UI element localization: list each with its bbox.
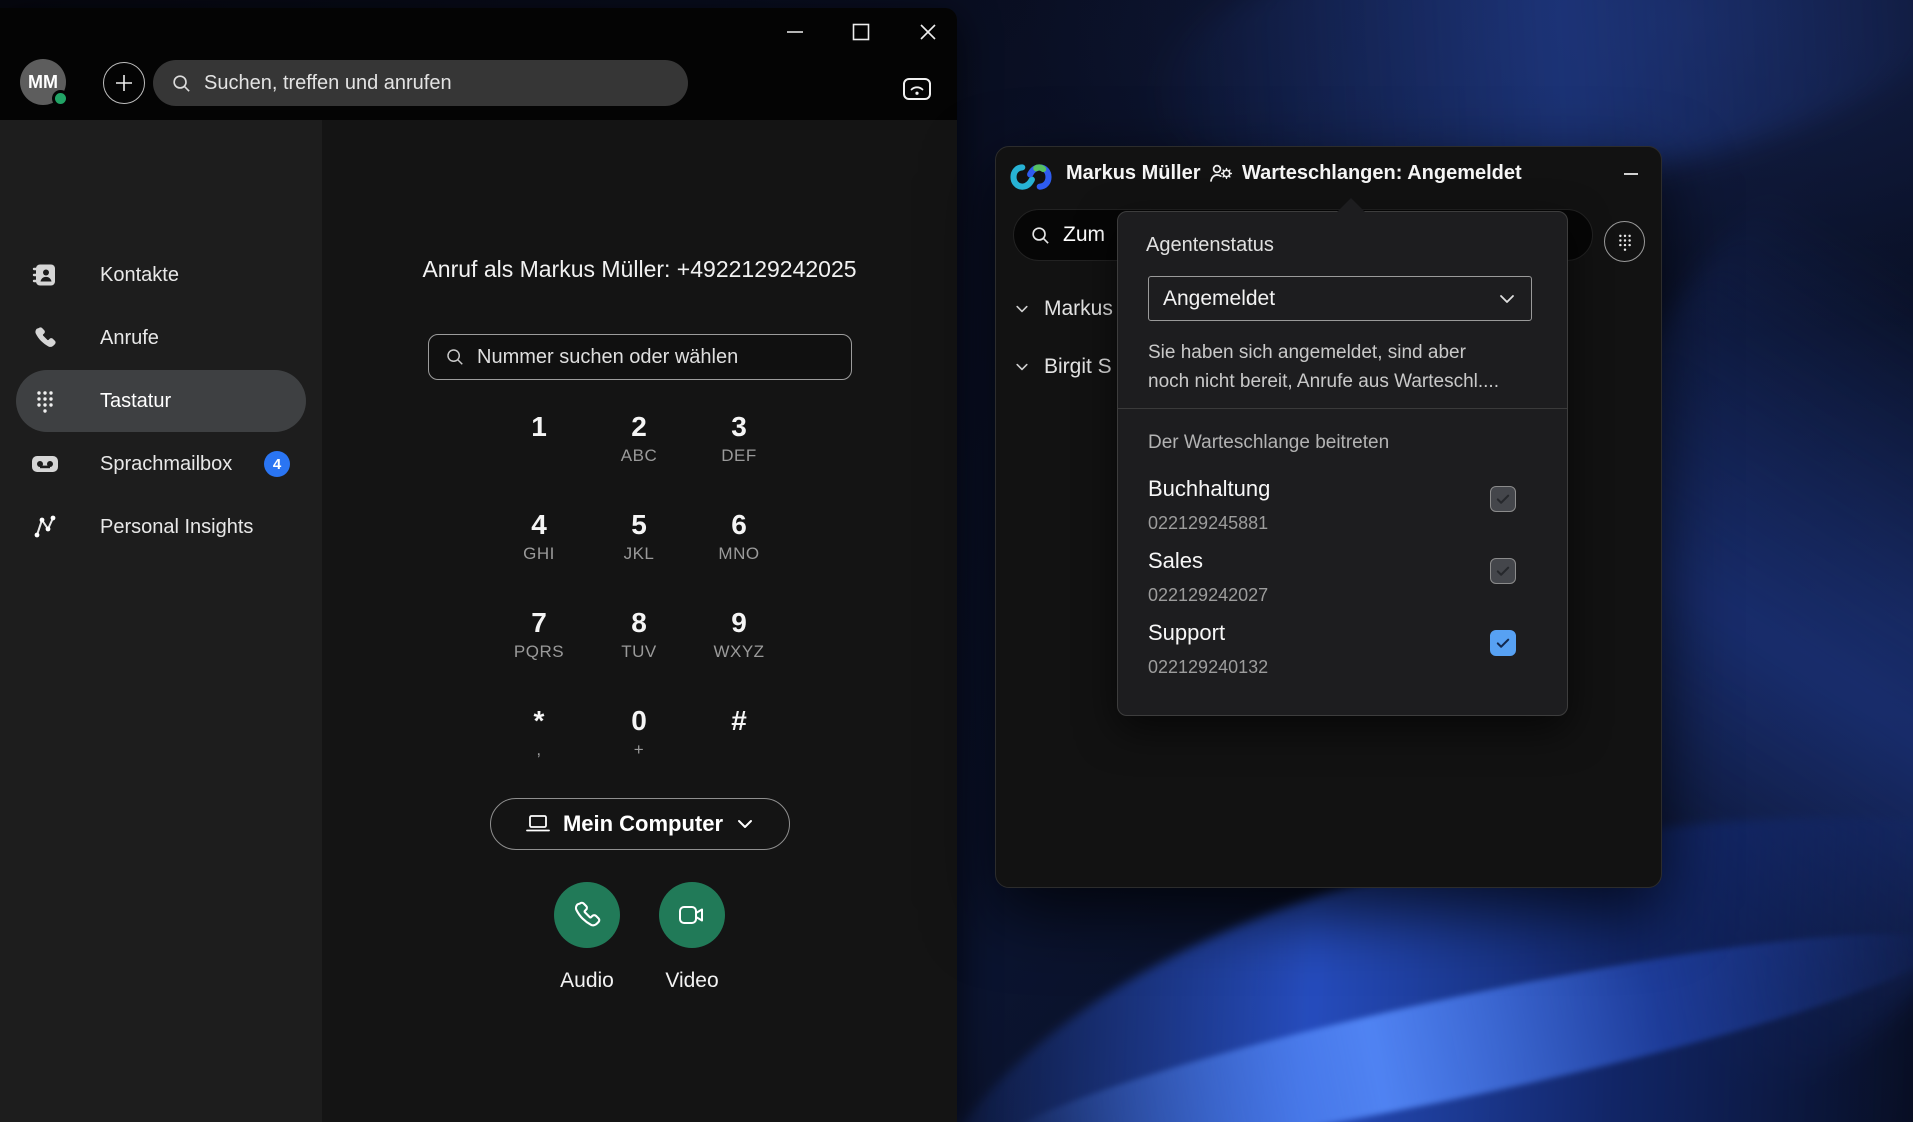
- dialpad-key-hash[interactable]: #: [689, 700, 789, 798]
- contact-group-birgit[interactable]: Birgit S: [1014, 349, 1114, 385]
- avatar-initials: MM: [28, 72, 58, 93]
- sidebar-item-anrufe[interactable]: Anrufe: [0, 309, 322, 367]
- check-icon: [1494, 490, 1512, 508]
- queue-number: 022129242027: [1148, 582, 1538, 608]
- contact-group-label: Birgit S: [1044, 355, 1112, 379]
- agent-status-value: Angemeldet: [1163, 287, 1497, 311]
- audio-call-button[interactable]: [554, 882, 620, 948]
- laptop-icon: [525, 813, 551, 835]
- video-camera-icon: [676, 902, 708, 928]
- panel-caret: [1337, 198, 1365, 212]
- video-call-button[interactable]: [659, 882, 725, 948]
- sidebar-item-sprachmailbox[interactable]: Sprachmailbox 4: [0, 435, 322, 493]
- queue-name: Sales: [1148, 546, 1538, 576]
- sidebar-item-tastatur[interactable]: Tastatur: [0, 372, 322, 430]
- sidebar-item-label: Sprachmailbox: [100, 453, 232, 476]
- voicemail-icon: [30, 449, 60, 479]
- add-button[interactable]: [103, 62, 145, 104]
- sidebar-item-label: Tastatur: [100, 390, 171, 413]
- number-search-field[interactable]: [428, 334, 852, 380]
- agent-status-select[interactable]: Angemeldet: [1148, 276, 1532, 321]
- queue-checkbox-sales[interactable]: [1490, 558, 1516, 584]
- dialpad-key-star[interactable]: *,: [489, 700, 589, 798]
- dialpad-key-1[interactable]: 1: [489, 406, 589, 504]
- chevron-down-icon: [735, 814, 755, 834]
- queue-name: Support: [1148, 618, 1538, 648]
- audio-device-selector[interactable]: Mein Computer: [490, 798, 790, 850]
- presence-dot: [52, 90, 69, 107]
- contact-group-label: Markus: [1044, 297, 1113, 321]
- dialpad-key-9[interactable]: 9WXYZ: [689, 602, 789, 700]
- queue-number: 022129245881: [1148, 510, 1538, 536]
- dialpad-key-0[interactable]: 0+: [589, 700, 689, 798]
- agent-status-panel: Agentenstatus Angemeldet Sie haben sich …: [1117, 211, 1568, 716]
- queue-row-support: Support 022129240132: [1148, 618, 1538, 680]
- check-icon: [1494, 634, 1512, 652]
- sidebar: Kontakte Anrufe Tastatur Sprachmailbox: [0, 120, 322, 1122]
- number-search-input[interactable]: [477, 346, 835, 369]
- voicemail-count-badge: 4: [264, 451, 290, 477]
- queue-number: 022129240132: [1148, 654, 1538, 680]
- chevron-down-icon: [1497, 289, 1517, 309]
- sidebar-item-label: Anrufe: [100, 327, 159, 350]
- dialpad-key-5[interactable]: 5JKL: [589, 504, 689, 602]
- sidebar-item-label: Personal Insights: [100, 516, 253, 539]
- dialpad-key-7[interactable]: 7PQRS: [489, 602, 589, 700]
- popup-search-text: Zum: [1063, 223, 1105, 247]
- sidebar-item-personal-insights[interactable]: Personal Insights: [0, 498, 322, 556]
- dialpad-key-3[interactable]: 3DEF: [689, 406, 789, 504]
- queue-name: Buchhaltung: [1148, 474, 1538, 504]
- plus-icon: [113, 72, 135, 94]
- webex-logo: [1010, 156, 1052, 198]
- join-queue-title: Der Warteschlange beitreten: [1148, 432, 1389, 454]
- queue-status-label[interactable]: Warteschlangen: Angemeldet: [1242, 162, 1522, 185]
- check-icon: [1494, 562, 1512, 580]
- popup-user-name: Markus Müller: [1066, 162, 1200, 185]
- dialpad-key-4[interactable]: 4GHI: [489, 504, 589, 602]
- dialpad: 1 2ABC 3DEF 4GHI 5JKL 6MNO 7PQRS 8TUV 9W…: [489, 406, 791, 798]
- phone-icon: [30, 323, 60, 353]
- avatar[interactable]: MM: [20, 59, 66, 105]
- agent-status-title: Agentenstatus: [1146, 234, 1274, 257]
- minimize-icon: [1621, 164, 1641, 184]
- search-icon: [445, 347, 465, 367]
- desktop: MM: [0, 0, 1913, 1122]
- sidebar-item-kontakte[interactable]: Kontakte: [0, 246, 322, 304]
- popup-dialpad-button[interactable]: [1604, 221, 1645, 262]
- video-label: Video: [632, 969, 752, 993]
- divider: [1118, 408, 1567, 409]
- agent-status-description: Sie haben sich angemeldet, sind aber noc…: [1148, 338, 1548, 396]
- search-icon: [1030, 225, 1051, 246]
- device-selector-label: Mein Computer: [563, 811, 723, 837]
- dialpad-key-6[interactable]: 6MNO: [689, 504, 789, 602]
- dialpad-key-8[interactable]: 8TUV: [589, 602, 689, 700]
- keypad-icon: [1615, 232, 1635, 252]
- queue-window: Markus Müller Warteschlangen: Angemeldet…: [995, 146, 1662, 888]
- queue-row-sales: Sales 022129242027: [1148, 546, 1538, 608]
- queue-row-buchhaltung: Buchhaltung 022129245881: [1148, 474, 1538, 536]
- keypad-icon: [30, 386, 60, 416]
- chevron-down-icon: [1014, 359, 1030, 375]
- dialer-pane: Anruf als Markus Müller: +4922129242025 …: [322, 8, 957, 1122]
- insights-icon: [30, 512, 60, 542]
- queue-checkbox-buchhaltung[interactable]: [1490, 486, 1516, 512]
- phone-icon: [572, 900, 602, 930]
- chevron-down-icon: [1014, 301, 1030, 317]
- dialpad-key-2[interactable]: 2ABC: [589, 406, 689, 504]
- sidebar-item-label: Kontakte: [100, 264, 179, 287]
- search-icon: [171, 73, 192, 94]
- popup-minimize-button[interactable]: [1616, 159, 1646, 189]
- contacts-icon: [30, 260, 60, 290]
- main-window: MM: [0, 8, 957, 1122]
- queue-checkbox-support[interactable]: [1490, 630, 1516, 656]
- audio-label: Audio: [527, 969, 647, 993]
- queue-agent-icon: [1208, 160, 1234, 186]
- contact-group-markus[interactable]: Markus: [1014, 291, 1114, 327]
- call-as-line: Anruf als Markus Müller: +4922129242025: [322, 256, 957, 283]
